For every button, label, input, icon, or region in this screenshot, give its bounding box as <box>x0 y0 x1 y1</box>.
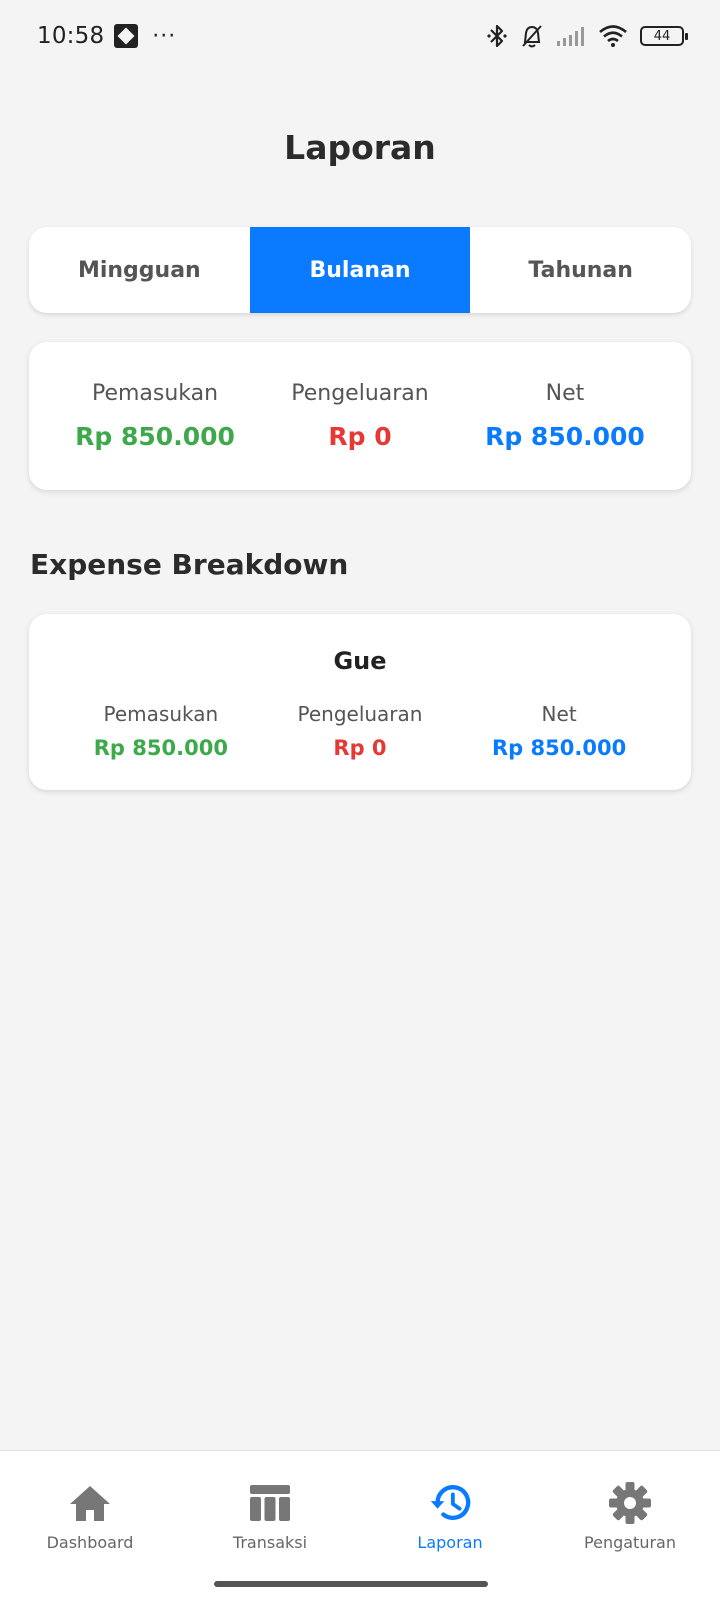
nav-label-pengaturan: Pengaturan <box>584 1533 676 1552</box>
breakdown-net-stat: Net Rp 850.000 <box>492 702 626 760</box>
section-title: Expense Breakdown <box>30 548 349 581</box>
nav-item-pengaturan[interactable]: Pengaturan <box>540 1451 720 1600</box>
breakdown-expense-value: Rp 0 <box>333 736 387 760</box>
battery-icon: 44 <box>640 26 688 46</box>
home-icon <box>68 1481 112 1525</box>
battery-level: 44 <box>653 28 671 44</box>
income-value: Rp 850.000 <box>75 422 235 451</box>
history-icon <box>428 1481 472 1525</box>
nav-label-transaksi: Transaksi <box>232 1533 308 1552</box>
bottom-navigation: Dashboard Transaksi Laporan Pengaturan <box>0 1450 720 1600</box>
expense-value: Rp 0 <box>328 422 392 451</box>
nav-item-laporan[interactable]: Laporan <box>360 1451 540 1600</box>
status-bar: 10:58 ··· 44 <box>0 0 720 72</box>
tab-tahunan[interactable]: Tahunan <box>470 227 691 313</box>
wifi-icon <box>599 25 627 47</box>
signal-icon <box>557 27 584 46</box>
page-title: Laporan <box>284 128 436 167</box>
nav-label-dashboard: Dashboard <box>46 1533 134 1552</box>
net-label: Net <box>545 381 585 406</box>
bluetooth-icon <box>487 24 507 48</box>
tab-bulanan[interactable]: Bulanan <box>249 227 471 313</box>
breakdown-expense-label: Pengeluaran <box>297 702 423 726</box>
period-selector: Mingguan Bulanan Tahunan <box>29 227 691 313</box>
table-icon <box>248 1481 292 1525</box>
expense-stat: Pengeluaran Rp 0 <box>291 381 428 451</box>
gear-icon <box>608 1481 652 1525</box>
breakdown-net-value: Rp 850.000 <box>492 736 627 760</box>
income-label: Pemasukan <box>91 381 219 406</box>
income-stat: Pemasukan Rp 850.000 <box>75 381 235 451</box>
breakdown-item-name: Gue <box>333 647 387 675</box>
breakdown-net-label: Net <box>541 702 577 726</box>
breakdown-expense-stat: Pengeluaran Rp 0 <box>297 702 422 760</box>
app-notification-icon <box>114 24 139 48</box>
nav-item-transaksi[interactable]: Transaksi <box>180 1451 360 1600</box>
bell-off-icon <box>522 25 542 48</box>
breakdown-income-value: Rp 850.000 <box>93 736 228 760</box>
more-notifications-icon: ··· <box>152 23 177 49</box>
summary-card: Pemasukan Rp 850.000 Pengeluaran Rp 0 Ne… <box>29 342 691 490</box>
breakdown-card[interactable]: Gue Pemasukan Rp 850.000 Pengeluaran Rp … <box>29 614 691 790</box>
tab-mingguan[interactable]: Mingguan <box>29 227 250 313</box>
expense-label: Pengeluaran <box>291 381 429 406</box>
home-indicator[interactable] <box>214 1581 488 1587</box>
nav-label-laporan: Laporan <box>417 1533 483 1552</box>
breakdown-income-label: Pemasukan <box>103 702 219 726</box>
status-time: 10:58 <box>37 23 105 49</box>
net-value: Rp 850.000 <box>485 422 645 451</box>
breakdown-income-stat: Pemasukan Rp 850.000 <box>94 702 228 760</box>
nav-item-dashboard[interactable]: Dashboard <box>0 1451 180 1600</box>
net-stat: Net Rp 850.000 <box>485 381 645 451</box>
